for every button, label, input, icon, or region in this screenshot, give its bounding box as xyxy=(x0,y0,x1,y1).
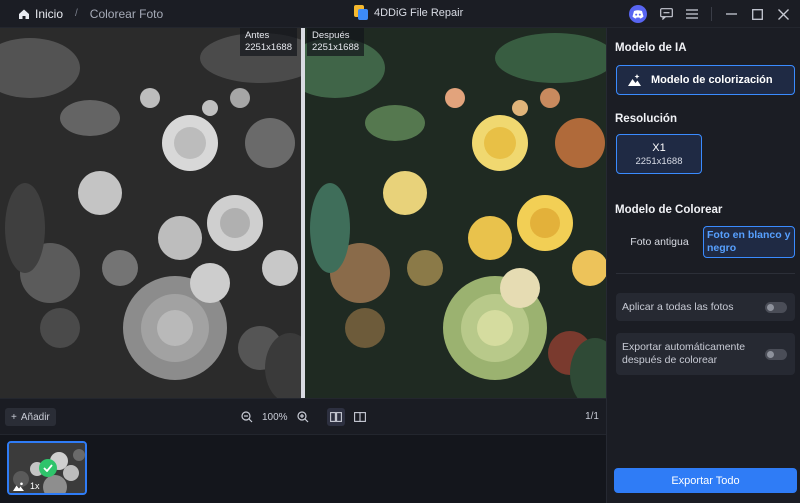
resolution-title: Resolución xyxy=(615,113,677,125)
minimize-icon[interactable] xyxy=(718,0,744,28)
old-photo-option[interactable]: Foto antigua xyxy=(616,226,703,258)
bw-photo-option[interactable]: Foto en blanco y negro xyxy=(703,226,795,258)
image-comparison-viewer: Antes 2251x1688 Después 2251x1688 xyxy=(0,28,606,398)
thumbnail-strip: 1x xyxy=(0,434,606,503)
menu-icon[interactable] xyxy=(679,0,705,28)
resolution-size: 2251x1688 xyxy=(635,155,683,167)
resolution-x1-button[interactable]: X1 2251x1688 xyxy=(616,134,702,174)
view-mode-switch xyxy=(327,408,369,426)
zoom-out-icon[interactable] xyxy=(240,410,254,424)
colorization-model-button[interactable]: Modelo de colorización xyxy=(616,65,795,95)
side-by-side-view-icon[interactable] xyxy=(327,408,345,426)
zoom-in-icon[interactable] xyxy=(296,410,310,424)
home-label: Inicio xyxy=(35,6,64,21)
app-logo-icon xyxy=(354,5,368,20)
export-all-button[interactable]: Exportar Todo xyxy=(614,468,797,493)
auto-export-row: Exportar automáticamente después de colo… xyxy=(616,333,795,375)
add-photo-button[interactable]: + Añadir xyxy=(5,408,56,426)
zoom-level: 100% xyxy=(262,411,288,423)
home-icon xyxy=(19,9,29,19)
before-title: Antes xyxy=(244,30,270,41)
apply-all-label: Aplicar a todas las fotos xyxy=(622,301,734,313)
auto-export-label: Exportar automáticamente después de colo… xyxy=(622,341,746,366)
image-icon xyxy=(13,482,24,491)
color-model-segmented: Foto antigua Foto en blanco y negro xyxy=(616,226,795,258)
apply-all-toggle[interactable] xyxy=(765,301,787,313)
resolution-value: X1 xyxy=(652,141,666,154)
split-view-icon[interactable] xyxy=(351,408,369,426)
app-brand: 4DDiG File Repair xyxy=(354,5,463,20)
after-title: Después xyxy=(312,30,350,41)
home-link[interactable]: Inicio xyxy=(0,7,63,21)
feedback-icon[interactable] xyxy=(653,0,679,28)
discord-icon[interactable] xyxy=(629,5,647,23)
thumbnail-info: 1x xyxy=(13,481,40,491)
thumbnail-item[interactable]: 1x xyxy=(7,441,87,495)
maximize-icon[interactable] xyxy=(744,0,770,28)
before-image: Antes 2251x1688 xyxy=(0,28,301,398)
add-label: Añadir xyxy=(20,411,50,423)
breadcrumb-current: Colorear Foto xyxy=(89,6,164,21)
color-model-title: Modelo de Colorear xyxy=(615,204,723,216)
plus-icon: + xyxy=(11,411,17,423)
panel-divider xyxy=(616,273,795,274)
settings-panel: Modelo de IA Modelo de colorización Reso… xyxy=(606,28,800,503)
after-label: Después 2251x1688 xyxy=(307,28,365,56)
before-label: Antes 2251x1688 xyxy=(239,28,297,56)
zoom-controls: 100% xyxy=(240,408,310,426)
after-size: 2251x1688 xyxy=(312,42,360,53)
title-bar: Inicio / Colorear Foto 4DDiG File Repair xyxy=(0,0,800,28)
colorization-model-label: Modelo de colorización xyxy=(651,74,773,86)
app-name: 4DDiG File Repair xyxy=(374,6,464,19)
auto-export-toggle[interactable] xyxy=(765,348,787,360)
close-icon[interactable] xyxy=(770,0,796,28)
after-image: Después 2251x1688 xyxy=(305,28,606,398)
viewer-toolbar: + Añadir 100% 1/1 xyxy=(0,398,606,434)
apply-all-row: Aplicar a todas las fotos xyxy=(616,293,795,321)
breadcrumb-separator: / xyxy=(75,8,78,19)
ai-model-title: Modelo de IA xyxy=(615,42,687,54)
resolution-badge: 1x xyxy=(30,481,40,491)
colorize-icon xyxy=(628,74,641,86)
window-controls xyxy=(629,0,800,28)
page-counter: 1/1 xyxy=(585,411,599,422)
before-size: 2251x1688 xyxy=(244,42,292,53)
check-icon xyxy=(39,459,57,477)
window-controls-divider xyxy=(711,7,712,21)
